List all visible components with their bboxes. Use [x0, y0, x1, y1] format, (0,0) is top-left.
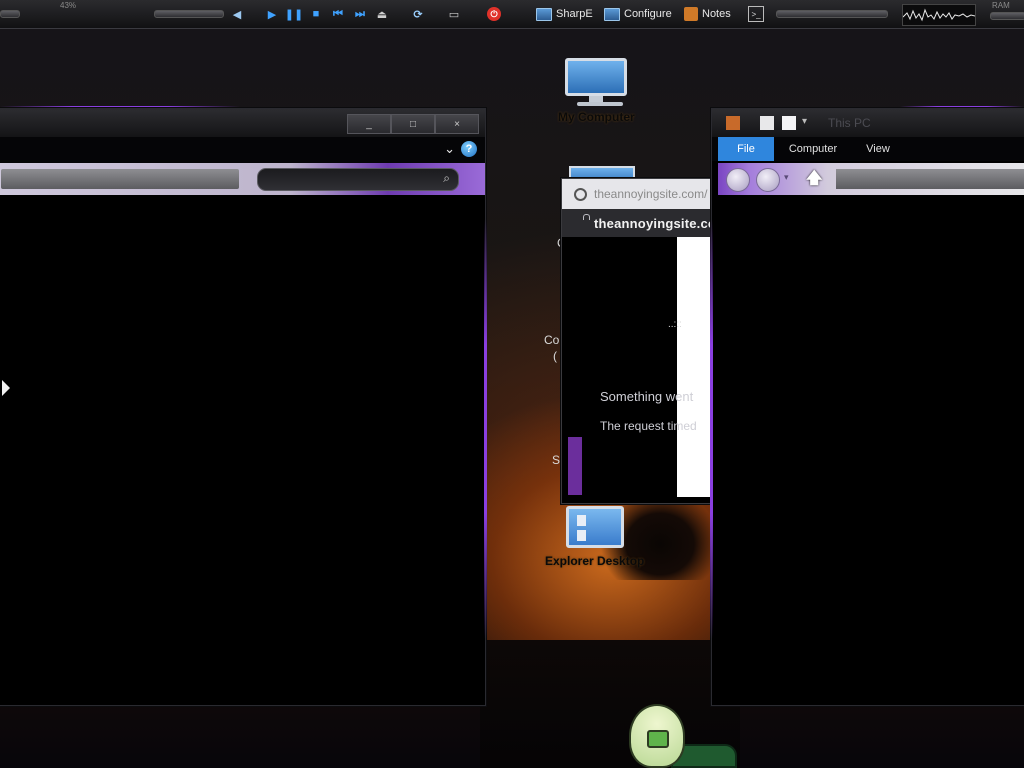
terminal-icon: >_ — [748, 6, 764, 22]
desktop-character-sticker[interactable] — [627, 704, 747, 768]
address-text: theannoyingsite.co — [594, 215, 715, 231]
volume-icon[interactable]: ◀ — [229, 6, 245, 22]
properties-icon[interactable] — [760, 116, 774, 130]
app-launcher-icon[interactable]: ⟳ — [410, 6, 426, 22]
desktop-icon-label-partial: S — [552, 453, 561, 467]
volume-slider[interactable] — [154, 10, 224, 18]
tab-view[interactable]: View — [854, 137, 902, 161]
tab-file[interactable]: File — [718, 137, 774, 161]
top-taskbar: 43% ◀ ▶ ❚❚ ■ ⏮ ⏭ ⏏ ⟳ ▭ ⏻ SharpE Configur… — [0, 0, 1024, 29]
console-window-icon[interactable]: ▭ — [446, 6, 462, 22]
forward-button[interactable] — [756, 168, 780, 192]
shortcut-label: SharpE — [556, 8, 593, 20]
tab-computer[interactable]: Computer — [782, 137, 844, 161]
customize-chevron-icon[interactable]: ▾ — [802, 116, 807, 127]
desktop-icon-my-computer[interactable]: My Computer — [558, 58, 635, 124]
quick-access-toolbar[interactable]: ▾ This PC — [712, 109, 1024, 137]
search-input[interactable]: ⌕ — [257, 168, 459, 191]
address-bar[interactable] — [836, 169, 1024, 189]
up-arrow-icon[interactable]: 🡅 — [806, 167, 822, 194]
navigation-bar: ▾ 🡅 — [718, 163, 1024, 195]
navigation-bar: ⌕ — [0, 163, 485, 195]
pause-icon[interactable]: ❚❚ — [285, 6, 303, 22]
window-accent-line — [710, 219, 713, 639]
loading-indicator: ..::: — [668, 319, 682, 330]
ribbon-tabs: File Computer View — [712, 137, 1024, 161]
desktop-icon-explorer-desktop[interactable]: Explorer Desktop — [545, 506, 644, 568]
explorer-desktop-icon — [565, 506, 624, 548]
previous-track-icon[interactable]: ⏮ — [330, 6, 346, 22]
page-white-panel — [677, 237, 714, 497]
desktop-icon-label: My Computer — [558, 110, 635, 124]
help-icon[interactable]: ? — [461, 141, 477, 157]
stop-icon[interactable]: ■ — [308, 6, 324, 22]
window-accent-line — [484, 219, 487, 639]
file-list-pane[interactable] — [0, 195, 485, 705]
window-titlebar[interactable]: _ □ × — [0, 109, 485, 137]
close-button[interactable]: × — [435, 114, 479, 134]
address-bar[interactable] — [1, 169, 239, 189]
taskbar-progress-bar — [776, 10, 888, 18]
taskbar-shortcut-configure[interactable]: Configure — [604, 0, 672, 28]
recent-locations-chevron-icon[interactable]: ▾ — [784, 172, 789, 183]
window-title: This PC — [828, 116, 871, 130]
monitor-icon — [536, 7, 552, 21]
explorer-window-left: _ □ × ⌄ ? ⌕ — [0, 108, 487, 706]
search-icon[interactable]: ⌕ — [443, 171, 450, 186]
minimize-button[interactable]: _ — [347, 114, 391, 134]
shortcut-label: Notes — [702, 8, 731, 20]
mouse-cursor — [2, 380, 10, 396]
window-controls: _ □ × — [347, 114, 479, 134]
play-icon[interactable]: ▶ — [264, 6, 280, 22]
error-detail: The request timed — [600, 419, 697, 433]
new-folder-icon[interactable] — [782, 116, 796, 130]
eject-icon[interactable]: ⏏ — [374, 6, 390, 22]
browser-popup-window: theannoyingsite.com/ theannoyingsite.co … — [561, 178, 715, 504]
folder-icon[interactable] — [726, 116, 740, 130]
globe-icon — [574, 187, 587, 201]
taskbar-shortcut-sharpe[interactable]: SharpE — [536, 0, 593, 28]
ram-label: RAM — [992, 1, 1010, 10]
ram-meter-bar — [990, 12, 1024, 20]
chevron-down-icon[interactable]: ⌄ — [444, 141, 455, 157]
taskbar-shortcut-notes[interactable]: Notes — [684, 0, 731, 28]
cpu-percent-label: 43% — [60, 1, 77, 10]
file-list-pane[interactable] — [718, 195, 1024, 705]
back-button[interactable] — [726, 168, 750, 192]
activity-graph — [902, 4, 976, 26]
error-title: Something went — [600, 389, 694, 404]
desktop-icon-label: Explorer Desktop — [545, 554, 645, 568]
monitor-icon — [604, 7, 620, 21]
browser-address-bar[interactable]: theannoyingsite.co — [562, 209, 714, 237]
maximize-button[interactable]: □ — [391, 114, 435, 134]
desktop-icon-label-partial: Co — [544, 333, 560, 347]
browser-titlebar[interactable]: theannoyingsite.com/ — [562, 179, 714, 209]
explorer-window-right: ▾ This PC File Computer View ▾ 🡅 — [710, 108, 1024, 706]
ribbon-bar: ⌄ ? — [0, 137, 485, 163]
left-meter-bar — [0, 10, 20, 18]
desktop-icon-label-partial: ( — [553, 349, 557, 363]
power-icon[interactable]: ⏻ — [486, 6, 502, 22]
terminal-button[interactable]: >_ — [748, 0, 764, 28]
shortcut-label: Configure — [624, 8, 672, 20]
notes-icon — [684, 7, 698, 21]
page-url-title: theannoyingsite.com/ — [594, 187, 708, 201]
page-purple-strip — [568, 437, 582, 495]
character-gem — [647, 730, 669, 748]
computer-icon — [565, 58, 628, 106]
next-track-icon[interactable]: ⏭ — [352, 6, 368, 22]
